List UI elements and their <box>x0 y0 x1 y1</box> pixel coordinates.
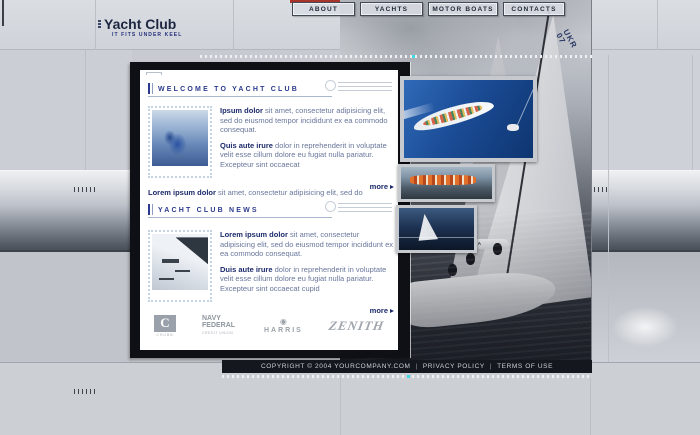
terms-of-use-link[interactable]: TERMS OF USE <box>497 363 553 370</box>
panel-bg <box>0 50 132 170</box>
footer-separator: | <box>416 363 418 370</box>
nav-yachts[interactable]: YACHTS <box>360 2 423 16</box>
divider <box>657 0 658 50</box>
divider <box>95 0 96 50</box>
crew-image <box>401 167 492 199</box>
privacy-policy-link[interactable]: PRIVACY POLICY <box>423 363 485 370</box>
divider <box>692 55 693 170</box>
gallery-photo-sailboat <box>396 205 477 253</box>
aerial-yacht-image <box>404 80 533 158</box>
crew-photo <box>152 110 208 166</box>
intro-tagline: Lorem ipsum dolor sit amet, consectetur … <box>148 188 396 198</box>
partner-subname: CREDIT UNION <box>202 330 238 337</box>
paragraph: Duis aute irure dolor in reprehenderit i… <box>220 265 394 294</box>
logo-tagline: IT FITS UNDER KEEL <box>112 32 238 38</box>
horizon-line <box>399 237 474 238</box>
partner-logo-zenith[interactable]: ZENITH <box>327 318 385 334</box>
ruler-ticks <box>594 187 607 192</box>
dotted-strip-bottom <box>222 375 592 378</box>
panel-bg <box>0 252 132 362</box>
nav-about[interactable]: ABOUT <box>292 2 355 16</box>
ruler-ticks <box>74 389 96 394</box>
tagline-body: sit amet, consectetur adipisicing elit, … <box>216 188 363 197</box>
page: UKR 07 SEPHORA WELCOME TO YACHT CLUB Ips… <box>0 0 700 435</box>
cyan-dot <box>407 375 410 378</box>
dotted-strip-top <box>200 55 592 58</box>
cyan-dot <box>412 55 415 58</box>
gallery-photo-crew <box>398 164 495 202</box>
logo-title: Yacht Club <box>98 17 238 31</box>
content-panel: WELCOME TO YACHT CLUB Ipsum dolor sit am… <box>140 70 398 350</box>
welcome-text: Ipsum dolor sit amet, consectetur adipis… <box>220 106 394 194</box>
partner-name: NAVY FEDERAL <box>202 315 238 329</box>
paragraph: Lorem ipsum dolor sit amet, consectetur … <box>220 230 394 259</box>
glow-highlight <box>598 298 692 356</box>
sail-shape <box>399 208 474 250</box>
partner-name: CHUBB <box>154 333 176 337</box>
paragraph: Ipsum dolor sit amet, consectetur adipis… <box>220 106 394 135</box>
footer-bar: COPYRIGHT © 2004 YOURCOMPANY.COM | PRIVA… <box>222 360 592 373</box>
partner-name: HARRIS <box>264 327 303 334</box>
decorative-fineprint <box>338 82 392 94</box>
nav-motor-boats[interactable]: MOTOR BOATS <box>428 2 498 16</box>
yacht-top-view <box>411 95 495 134</box>
chubb-mark-icon: C <box>154 315 176 332</box>
welcome-story: Ipsum dolor sit amet, consectetur adipis… <box>148 106 394 194</box>
rig-line <box>516 80 533 128</box>
news-text: Lorem ipsum dolor sit amet, consectetur … <box>220 230 394 318</box>
partner-logo-chubb[interactable]: C CHUBB <box>154 315 176 337</box>
site-logo[interactable]: Yacht Club IT FITS UNDER KEEL <box>98 17 238 38</box>
divider <box>608 55 609 362</box>
nav-contacts[interactable]: CONTACTS <box>503 2 565 16</box>
harris-emblem-icon: ◉ <box>280 318 287 326</box>
paragraph-lead: Duis aute irure <box>220 265 273 274</box>
news-story: Lorem ipsum dolor sit amet, consectetur … <box>148 230 394 318</box>
dinghy <box>507 124 519 131</box>
sailboat-image <box>399 208 474 250</box>
decorative-fineprint <box>338 203 392 215</box>
news-photo-stamp <box>148 230 212 302</box>
divider <box>340 377 341 435</box>
welcome-section-title: WELCOME TO YACHT CLUB <box>148 82 332 97</box>
content-frame: WELCOME TO YACHT CLUB Ipsum dolor sit am… <box>130 62 410 358</box>
paragraph-lead: Lorem ipsum dolor <box>220 230 288 239</box>
metal-band-left <box>0 170 132 252</box>
partner-logo-harris[interactable]: ◉ HARRIS <box>264 318 303 334</box>
footer-separator: | <box>490 363 492 370</box>
boat-photo <box>152 234 208 290</box>
paragraph-lead: Ipsum dolor <box>220 106 263 115</box>
welcome-photo-stamp <box>148 106 212 178</box>
paragraph-lead: Quis aute irure <box>220 141 273 150</box>
panel-notch <box>146 72 162 75</box>
partner-logo-navy-federal[interactable]: NAVY FEDERAL CREDIT UNION <box>202 315 238 337</box>
partner-logos: C CHUBB NAVY FEDERAL CREDIT UNION ◉ HARR… <box>146 308 392 344</box>
copyright-text: COPYRIGHT © 2004 YOURCOMPANY.COM <box>261 363 411 370</box>
gallery-photo-aerial-yacht <box>400 76 537 162</box>
divider <box>590 377 591 435</box>
paragraph: Quis aute irure dolor in reprehenderit i… <box>220 141 394 170</box>
ruler-ticks <box>74 187 96 192</box>
corner-mark <box>2 0 4 26</box>
crew-row <box>410 175 476 185</box>
divider <box>85 50 86 170</box>
tagline-lead: Lorem ipsum dolor <box>148 188 216 197</box>
news-section-title: YACHT CLUB NEWS <box>148 203 332 218</box>
